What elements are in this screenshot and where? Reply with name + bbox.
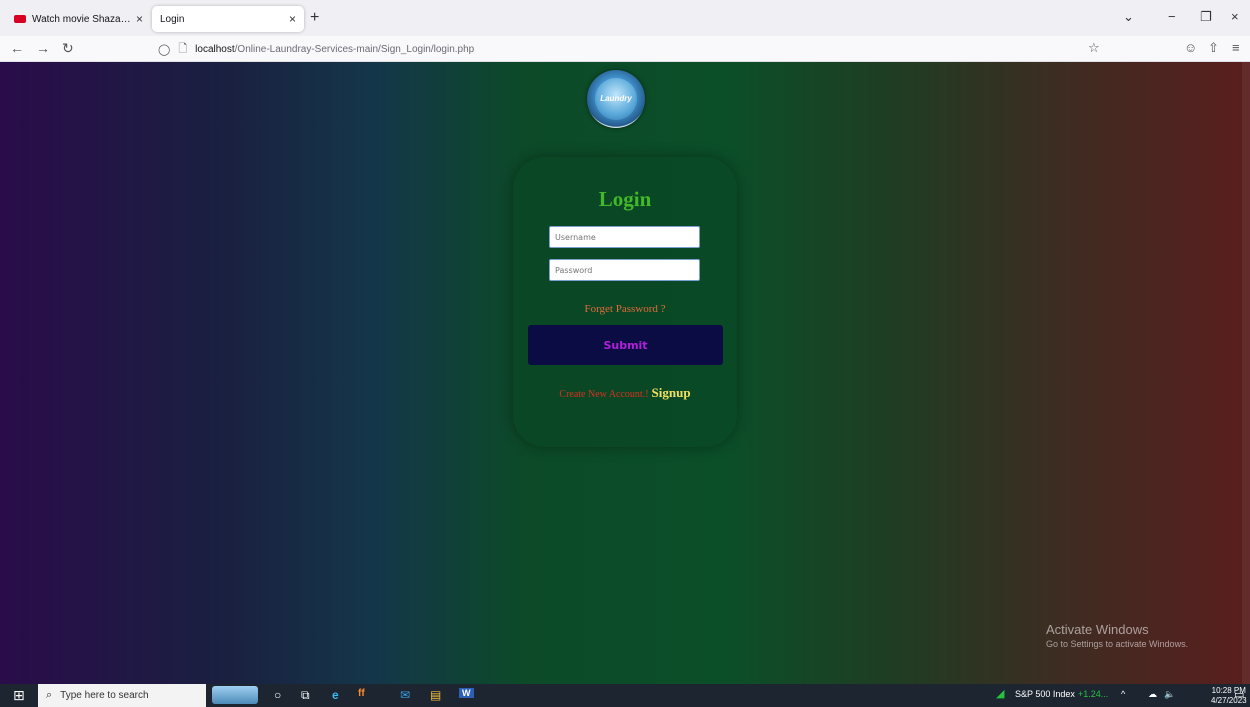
notification-icon[interactable]: ▭	[1234, 688, 1244, 701]
windows-start-icon[interactable]: ⊞	[13, 687, 25, 704]
password-input[interactable]	[549, 259, 700, 281]
login-title: Login	[598, 187, 652, 211]
taskbar-search[interactable]: ⌕ Type here to search	[38, 684, 206, 707]
search-placeholder: Type here to search	[60, 690, 149, 701]
extensions-icon[interactable]: ⇧	[1208, 40, 1219, 56]
forward-icon[interactable]: →	[36, 40, 50, 56]
tab-shazam[interactable]: Watch movie Shazam! Fury of the Gods ×	[6, 8, 151, 30]
navigation-bar: ← → ↻ ◯ 🗋 localhost/Online-Laundray-Serv…	[0, 36, 1250, 62]
tray-chevron-icon[interactable]: ^	[1121, 689, 1125, 699]
watermark-title: Activate Windows	[1046, 622, 1149, 637]
minimize-icon[interactable]: −	[1168, 9, 1176, 24]
restore-icon[interactable]: ❐	[1200, 9, 1212, 25]
pocket-icon[interactable]: ☺	[1184, 40, 1197, 55]
tracking-shield-icon[interactable]: ◯	[158, 43, 170, 56]
taskbar: ⊞ ⌕ Type here to search ○ ⧉ e ff ✉ ▤ W ◢…	[0, 684, 1250, 707]
close-tab-icon[interactable]: ×	[136, 12, 143, 26]
url-host: localhost	[195, 43, 235, 55]
cloud-icon[interactable]: ☁	[1148, 689, 1157, 700]
stock-change: +1.24...	[1078, 689, 1109, 699]
back-icon[interactable]: ←	[10, 40, 24, 56]
activate-windows-watermark: Activate Windows Go to Settings to activ…	[1046, 622, 1188, 649]
tab-title: Watch movie Shazam! Fury of the Gods	[32, 13, 132, 25]
movie-favicon-icon	[14, 15, 26, 23]
watermark-subtitle: Go to Settings to activate Windows.	[1046, 639, 1189, 649]
tab-title: Login	[160, 13, 185, 25]
stock-chart-icon: ◢	[996, 688, 1005, 700]
volume-icon[interactable]: 🔈	[1164, 689, 1175, 700]
laundry-logo: Laundry	[587, 70, 645, 128]
cortana-icon[interactable]: ○	[274, 688, 281, 702]
username-input[interactable]	[549, 226, 700, 248]
tab-login[interactable]: Login ×	[152, 6, 304, 32]
login-page: Laundry Login Forget Password ? Submit C…	[0, 62, 1250, 684]
signup-link[interactable]: Signup	[652, 385, 691, 400]
logo-text: Laundry	[595, 78, 637, 120]
stock-label[interactable]: S&P 500 Index	[1015, 689, 1075, 699]
url-path: /Online-Laundray-Services-main/Sign_Logi…	[234, 43, 475, 55]
edge-icon[interactable]: e	[332, 688, 339, 702]
close-tab-icon[interactable]: ×	[289, 12, 296, 26]
file-explorer-icon[interactable]: ▤	[430, 688, 441, 702]
forgot-password-link[interactable]: Forget Password ?	[0, 303, 1250, 315]
new-tab-button[interactable]: +	[310, 9, 319, 27]
bookmark-star-icon[interactable]: ☆	[1088, 40, 1100, 56]
close-window-icon[interactable]: ×	[1231, 9, 1239, 24]
page-info-icon[interactable]: 🗋	[178, 40, 187, 59]
reload-icon[interactable]: ↻	[62, 40, 74, 57]
firefox-icon[interactable]: ff	[358, 688, 365, 699]
word-icon[interactable]: W	[459, 688, 474, 698]
signup-row: Create New Account.! Signup	[0, 385, 1250, 401]
tab-strip: Watch movie Shazam! Fury of the Gods × L…	[0, 0, 1250, 36]
page-scrollbar[interactable]	[1242, 62, 1250, 684]
mail-icon[interactable]: ✉	[400, 688, 410, 702]
weather-widget[interactable]	[212, 686, 258, 704]
task-view-icon[interactable]: ⧉	[301, 688, 310, 703]
app-menu-icon[interactable]: ≡	[1232, 40, 1240, 55]
list-all-tabs-icon[interactable]: ⌄	[1123, 9, 1134, 25]
create-account-text: Create New Account.!	[559, 389, 649, 400]
search-icon: ⌕	[46, 689, 53, 701]
submit-button[interactable]: Submit	[528, 325, 723, 365]
address-bar[interactable]: ◯ 🗋 localhost/Online-Laundray-Services-m…	[158, 39, 1108, 59]
